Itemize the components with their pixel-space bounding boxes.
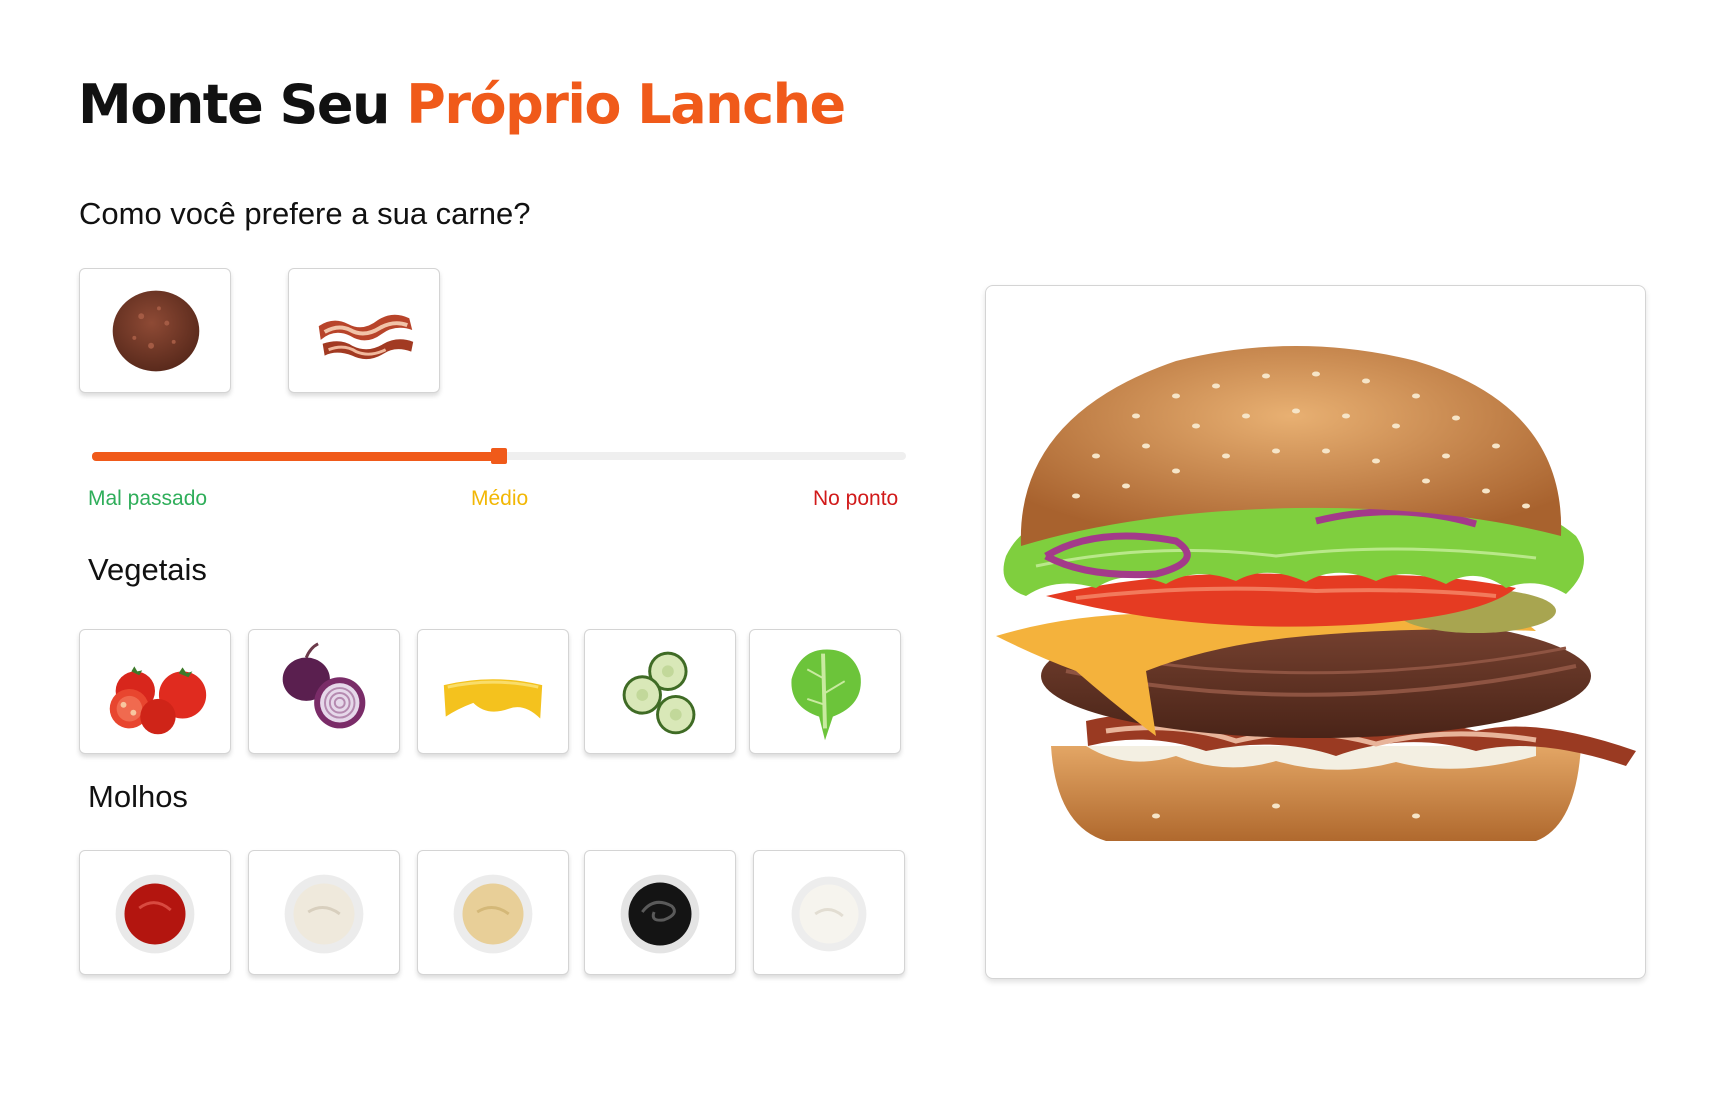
doneness-slider[interactable] (92, 446, 906, 464)
slider-thumb[interactable] (491, 448, 507, 464)
vegetables-title: Vegetais (88, 552, 207, 587)
cucumber-icon (622, 651, 696, 735)
slider-fill (92, 452, 499, 461)
vegetable-cucumber[interactable] (584, 629, 736, 754)
vegetable-lettuce[interactable] (749, 629, 901, 754)
lettuce-icon (791, 649, 861, 741)
sauces-title: Molhos (88, 779, 188, 814)
sauce-barbecue[interactable] (584, 850, 736, 975)
title-part-2: Próprio Lanche (406, 73, 846, 136)
sauce-cream[interactable] (753, 850, 905, 975)
meat-option-bacon[interactable] (288, 268, 440, 393)
vegetable-tomato[interactable] (79, 629, 231, 754)
burger-icon (996, 346, 1636, 841)
sauce-ketchup[interactable] (79, 850, 231, 975)
sauce-mustard[interactable] (417, 850, 569, 975)
cream-sauce-icon (791, 876, 867, 952)
tomato-icon (109, 666, 207, 735)
mayonnaise-icon (284, 874, 364, 954)
vegetable-red-onion[interactable] (248, 629, 400, 754)
sauce-mayonnaise[interactable] (248, 850, 400, 975)
bacon-icon (318, 314, 414, 360)
beef-patty-icon (112, 290, 200, 372)
meat-option-beef-patty[interactable] (79, 268, 231, 393)
page-title: Monte Seu Próprio Lanche (78, 78, 846, 132)
level-rare: Mal passado (88, 487, 208, 510)
meat-question: Como você prefere a sua carne? (79, 196, 531, 231)
ketchup-icon (115, 874, 195, 954)
burger-preview (985, 285, 1646, 979)
mustard-icon (453, 874, 533, 954)
title-part-1: Monte Seu (78, 73, 407, 136)
cheese-icon (443, 679, 543, 719)
level-well-done: No ponto (813, 487, 899, 510)
vegetable-cheese[interactable] (417, 629, 569, 754)
level-medium: Médio (471, 487, 529, 510)
red-onion-icon (282, 642, 366, 729)
barbecue-icon (620, 874, 700, 954)
